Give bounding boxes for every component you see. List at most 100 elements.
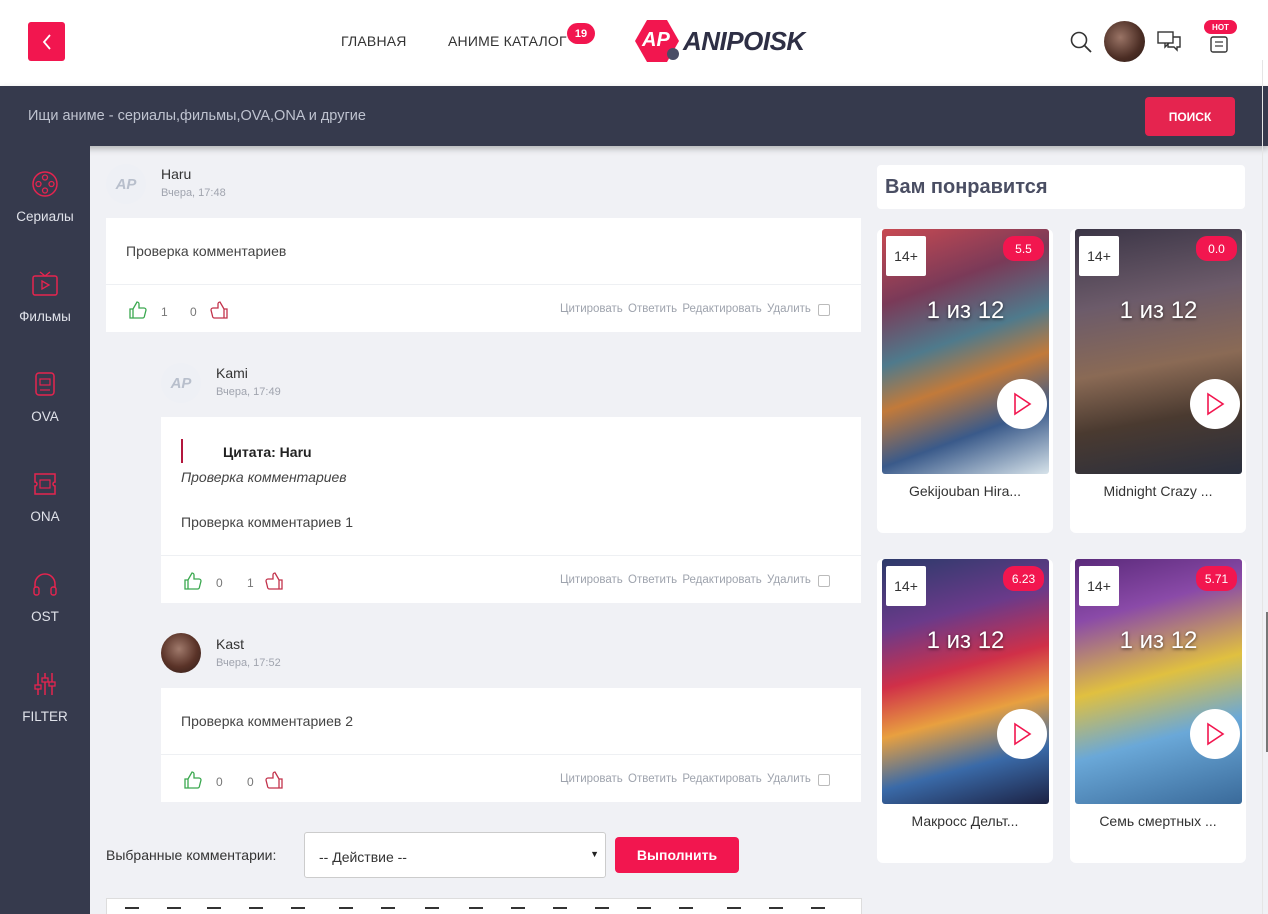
score-badge: 6.23 — [1003, 566, 1044, 591]
reply-link[interactable]: Ответить — [628, 303, 677, 315]
anime-poster[interactable]: 14+ 5.71 1 из 12 — [1075, 559, 1242, 804]
image-icon[interactable] — [511, 907, 525, 914]
comment-footer: 0 1 Цитировать Ответить Редактировать Уд… — [161, 555, 861, 603]
delete-link[interactable]: Удалить — [767, 303, 811, 315]
search-icon[interactable] — [1069, 30, 1093, 54]
top-header: ГЛАВНАЯ АНИМЕ КАТАЛОГ 19 AP ANIPOISK HOT — [0, 0, 1268, 86]
video-icon[interactable] — [595, 907, 609, 914]
recommendations-header: Вам понравится — [877, 165, 1245, 209]
quote-icon[interactable] — [769, 907, 783, 914]
sidebar-item-ona[interactable]: ONA — [0, 470, 90, 524]
comment-date: Вчера, 17:48 — [161, 187, 226, 199]
scrollbar-track[interactable] — [1262, 60, 1268, 914]
sidebar-item-series[interactable]: Сериалы — [0, 170, 90, 224]
sidebar-item-ost[interactable]: OST — [0, 570, 90, 624]
back-button[interactable] — [28, 22, 65, 61]
edit-link[interactable]: Редактировать — [682, 303, 761, 315]
like-count: 1 — [161, 305, 168, 319]
score-badge: 5.5 — [1003, 236, 1044, 261]
list-icon[interactable] — [811, 907, 825, 914]
like-icon[interactable] — [128, 300, 148, 320]
delete-link[interactable]: Удалить — [767, 773, 811, 785]
dislike-icon[interactable] — [209, 300, 229, 320]
strike-icon[interactable] — [249, 907, 263, 914]
italic-icon[interactable] — [167, 907, 181, 914]
anime-title[interactable]: Макросс Дельт... — [877, 813, 1053, 829]
anime-title[interactable]: Midnight Crazy ... — [1070, 483, 1246, 499]
media-icon[interactable] — [637, 907, 651, 914]
anime-card[interactable]: 14+ 0.0 1 из 12 Midnight Crazy ... — [1070, 229, 1246, 533]
link-icon[interactable] — [469, 907, 483, 914]
align-right-icon[interactable] — [381, 907, 395, 914]
select-checkbox[interactable] — [818, 304, 830, 316]
search-input[interactable]: Ищи аниме - сериалы,фильмы,OVA,ONA и дру… — [28, 108, 366, 124]
comment-avatar: AP — [106, 164, 146, 204]
quote-link[interactable]: Цитировать — [560, 574, 623, 586]
bulk-action-select[interactable]: -- Действие -- ▼ — [304, 832, 606, 878]
play-button[interactable] — [997, 379, 1047, 429]
edit-link[interactable]: Редактировать — [682, 574, 761, 586]
nav-home-link[interactable]: ГЛАВНАЯ — [341, 33, 407, 49]
play-icon — [1207, 392, 1225, 416]
spoiler-icon[interactable] — [553, 907, 567, 914]
anime-card[interactable]: 14+ 6.23 1 из 12 Макросс Дельт... — [877, 559, 1053, 863]
age-rating-badge: 14+ — [886, 566, 926, 606]
play-button[interactable] — [1190, 379, 1240, 429]
dislike-icon[interactable] — [264, 770, 284, 790]
like-icon[interactable] — [183, 571, 203, 591]
select-checkbox[interactable] — [818, 575, 830, 587]
color-icon[interactable] — [425, 907, 439, 914]
like-icon[interactable] — [183, 770, 203, 790]
sidebar-item-filter[interactable]: FILTER — [0, 670, 90, 724]
messages-icon[interactable] — [1157, 31, 1181, 53]
anime-poster[interactable]: 14+ 0.0 1 из 12 — [1075, 229, 1242, 474]
comment-avatar: AP — [161, 363, 201, 403]
quote-link[interactable]: Цитировать — [560, 773, 623, 785]
hide-icon[interactable] — [727, 907, 741, 914]
play-icon — [1207, 722, 1225, 746]
play-button[interactable] — [1190, 709, 1240, 759]
bulk-label: Выбранные комментарии: — [106, 847, 277, 863]
anime-card[interactable]: 14+ 5.71 1 из 12 Семь смертных ... — [1070, 559, 1246, 863]
quote-link[interactable]: Цитировать — [560, 303, 623, 315]
sidebar-item-ova[interactable]: OVA — [0, 370, 90, 424]
align-left-icon[interactable] — [291, 907, 305, 914]
film-reel-icon — [32, 171, 58, 197]
nav-catalog-link[interactable]: АНИМЕ КАТАЛОГ — [448, 33, 567, 49]
category-sidebar: Сериалы Фильмы OVA ONA OST FILTER — [0, 146, 90, 914]
tv-play-icon — [32, 271, 58, 296]
news-icon[interactable] — [1209, 34, 1229, 54]
reply-link[interactable]: Ответить — [628, 773, 677, 785]
anime-title[interactable]: Gekijouban Hira... — [877, 483, 1053, 499]
play-button[interactable] — [997, 709, 1047, 759]
age-rating-badge: 14+ — [1079, 566, 1119, 606]
search-button[interactable]: ПОИСК — [1145, 97, 1235, 136]
episodes-label: 1 из 12 — [1119, 627, 1198, 654]
user-avatar[interactable] — [1104, 21, 1145, 62]
underline-icon[interactable] — [207, 907, 221, 914]
delete-link[interactable]: Удалить — [767, 574, 811, 586]
site-logo[interactable]: AP ANIPOISK — [633, 18, 805, 64]
anime-poster[interactable]: 14+ 6.23 1 из 12 — [882, 559, 1049, 804]
dislike-count: 0 — [190, 305, 197, 319]
comment-text: Проверка комментариев 1 — [181, 514, 353, 530]
bold-icon[interactable] — [125, 907, 139, 914]
sidebar-item-movies[interactable]: Фильмы — [0, 270, 90, 324]
anime-title[interactable]: Семь смертных ... — [1070, 813, 1246, 829]
reply-link[interactable]: Ответить — [628, 574, 677, 586]
dislike-icon[interactable] — [264, 571, 284, 591]
anime-poster[interactable]: 14+ 5.5 1 из 12 — [882, 229, 1049, 474]
anime-card[interactable]: 14+ 5.5 1 из 12 Gekijouban Hira... — [877, 229, 1053, 533]
comment-date: Вчера, 17:52 — [216, 657, 281, 669]
comment-text: Проверка комментариев 2 — [181, 713, 353, 729]
comment-author[interactable]: Kast — [216, 636, 244, 652]
comment-author[interactable]: Kami — [216, 365, 248, 381]
execute-button[interactable]: Выполнить — [615, 837, 739, 873]
comment-author[interactable]: Haru — [161, 166, 191, 182]
comment-date: Вчера, 17:49 — [216, 386, 281, 398]
emoji-icon[interactable] — [679, 907, 693, 914]
select-checkbox[interactable] — [818, 774, 830, 786]
edit-link[interactable]: Редактировать — [682, 773, 761, 785]
like-count: 0 — [216, 576, 223, 590]
align-center-icon[interactable] — [339, 907, 353, 914]
